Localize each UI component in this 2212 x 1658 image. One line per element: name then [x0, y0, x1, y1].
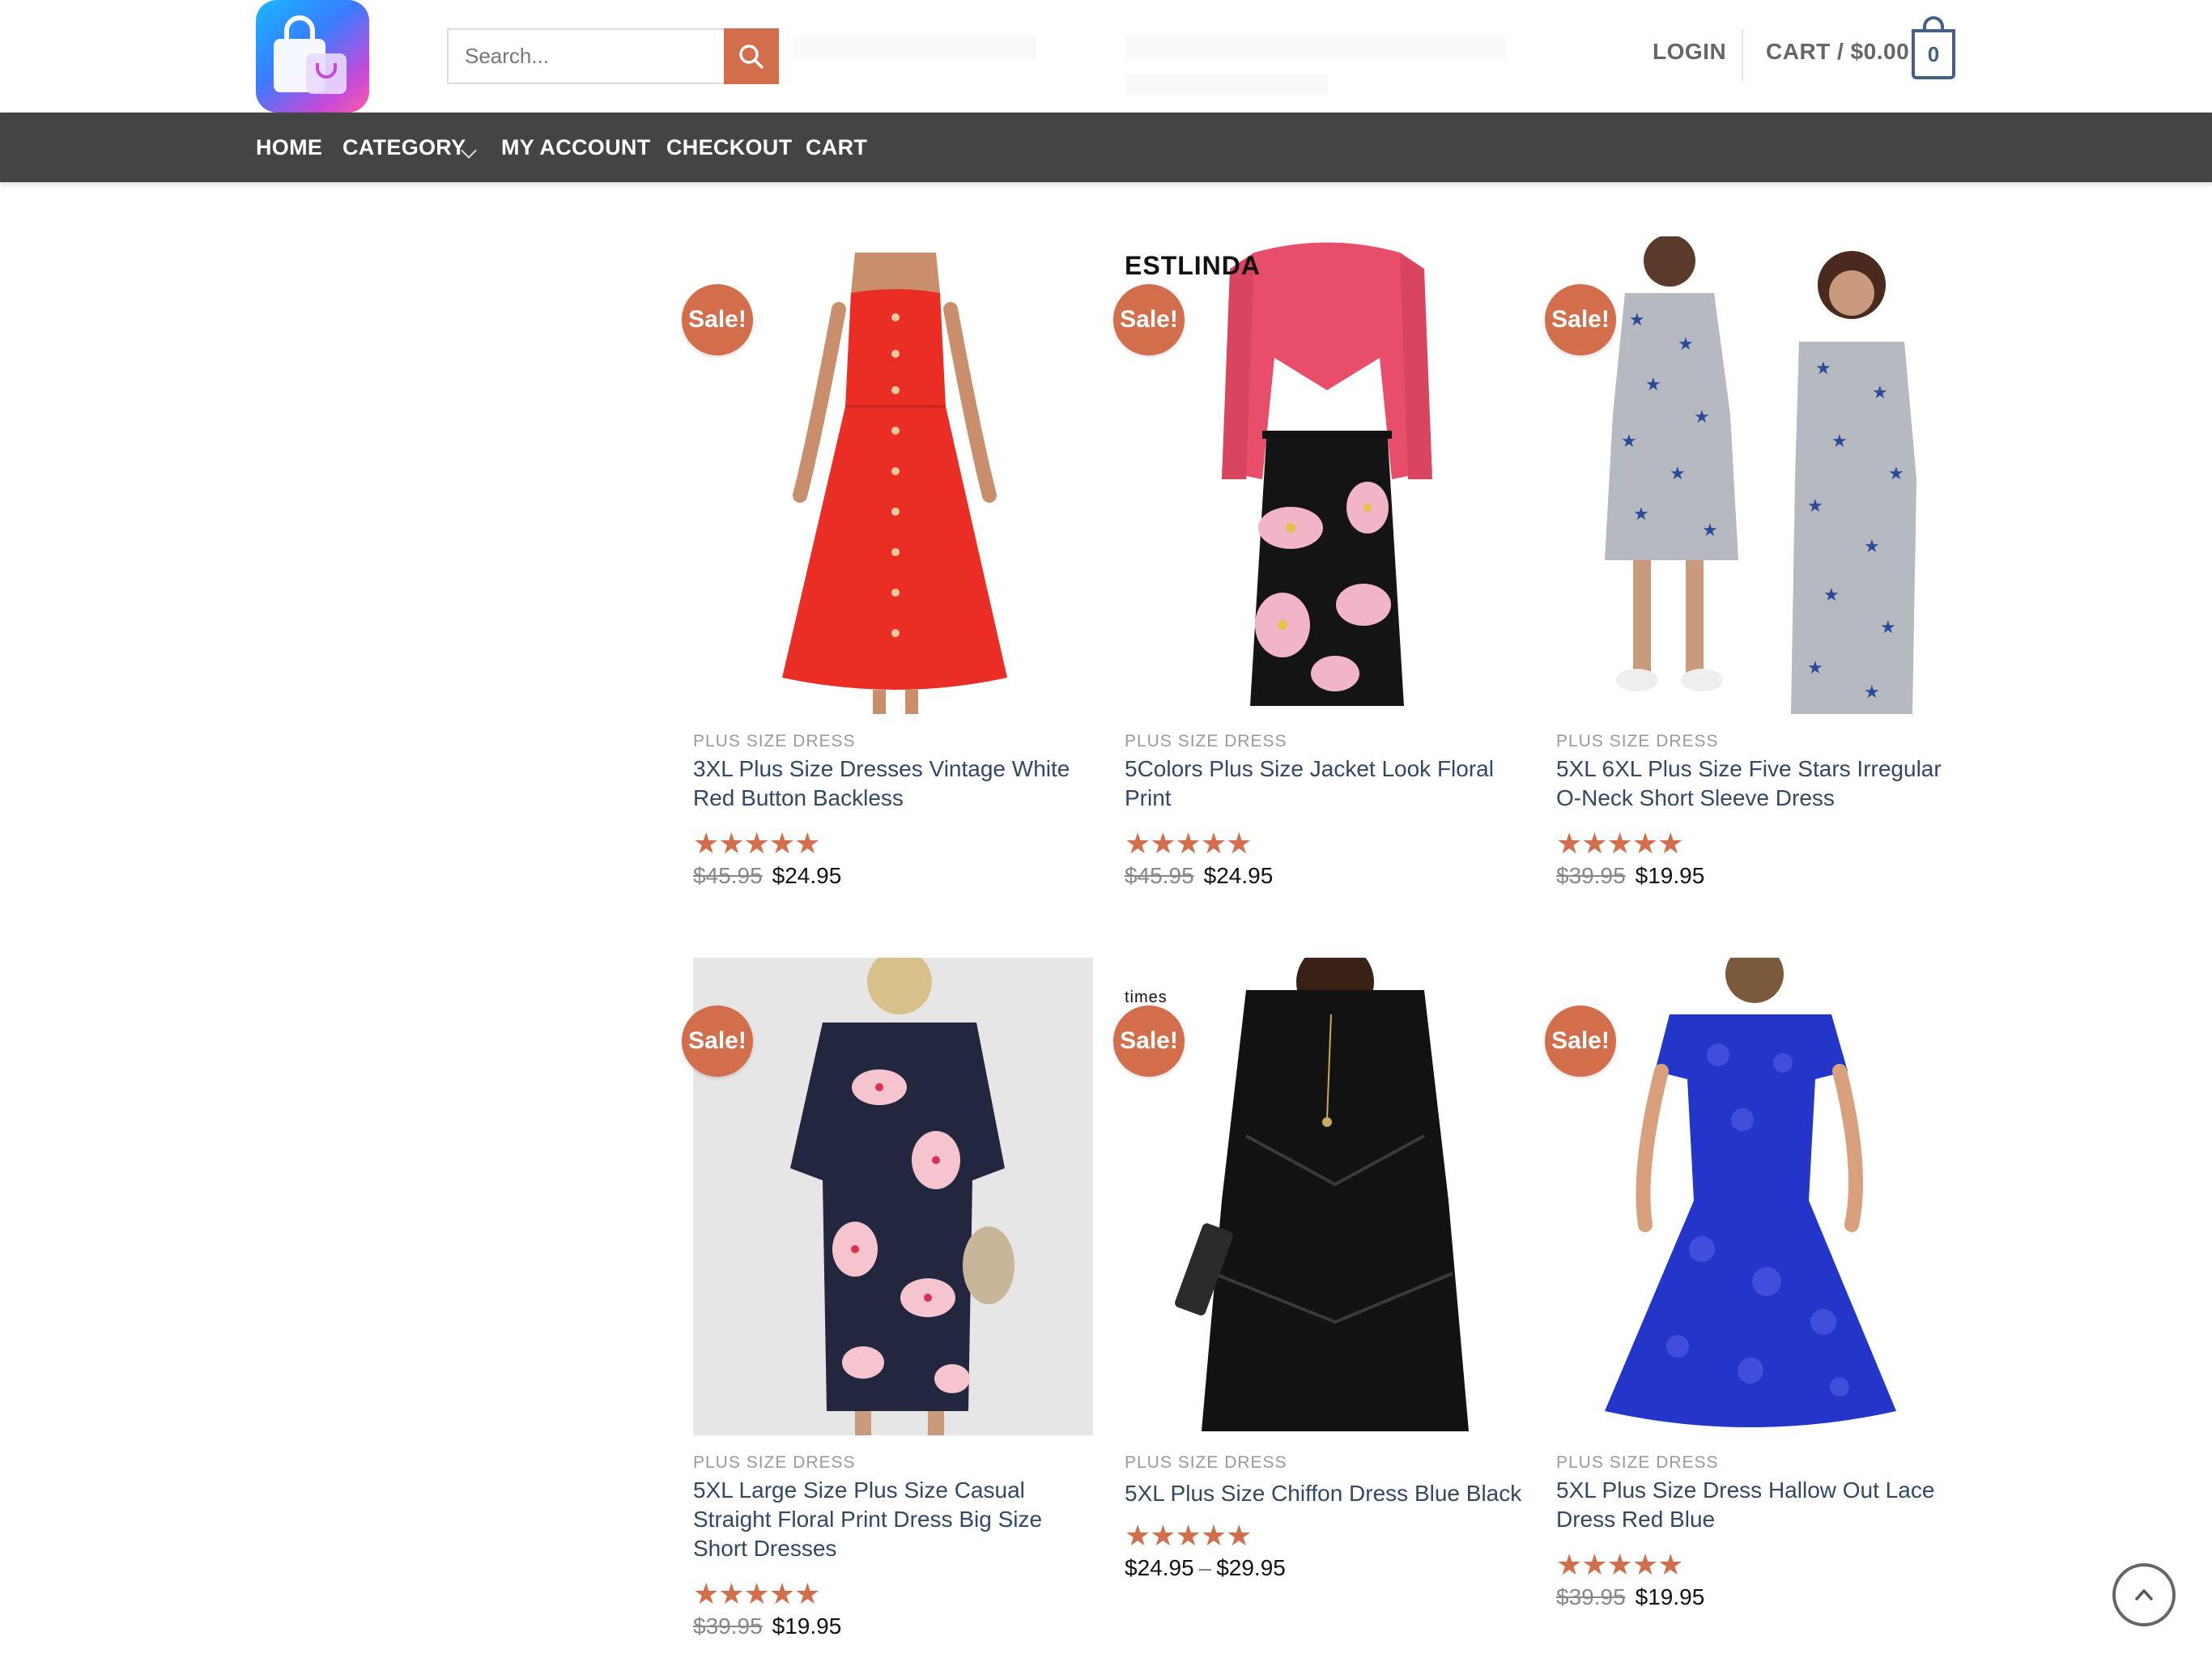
sale-price: $19.95 — [772, 1613, 842, 1639]
background-ghost-text — [1125, 36, 1506, 60]
price-separator: – — [1198, 1555, 1212, 1580]
product-price: $24.95– $29.95 — [1125, 1555, 1286, 1581]
sale-badge: Sale! — [682, 1005, 753, 1077]
svg-text:★: ★ — [1807, 658, 1823, 678]
search-icon — [739, 44, 764, 69]
image-brand-text: ESTLINDA — [1125, 251, 1261, 280]
product-image[interactable] — [1556, 958, 1956, 1435]
login-link[interactable]: LOGIN — [1653, 39, 1726, 65]
nav-checkout[interactable]: CHECKOUT — [666, 135, 792, 160]
product-card[interactable]: ESTLINDA Sale! PLUS SIZE DRESS 5Colors P… — [1113, 236, 1525, 900]
search-input[interactable] — [447, 28, 724, 84]
product-category[interactable]: PLUS SIZE DRESS — [1125, 1453, 1287, 1473]
shopping-bag-icon — [274, 15, 347, 94]
search-button[interactable] — [724, 28, 779, 84]
background-ghost-text — [1125, 74, 1328, 96]
product-category[interactable]: PLUS SIZE DRESS — [693, 732, 856, 751]
svg-text:★: ★ — [1880, 618, 1896, 638]
product-card[interactable]: Sale! PLUS SIZE DRESS 3XL Plus Size Dres… — [682, 236, 1093, 900]
chevron-up-icon — [2135, 1589, 2153, 1601]
svg-text:★: ★ — [1670, 464, 1686, 484]
product-card[interactable]: ★ ★ ★ ★ ★ ★ ★ ★ ★ ★ ★ ★ ★ ★ ★ ★ ★ ★ Sale! PLUS SIZE D… — [1545, 236, 1956, 900]
sale-badge: Sale! — [1113, 1005, 1185, 1077]
cart-count-badge[interactable]: 0 — [1912, 29, 1955, 79]
product-price: $45.95 $24.95 — [693, 863, 841, 889]
original-price: $45.95 — [1125, 863, 1194, 888]
main-nav: HOME CATEGORY MY ACCOUNT CHECKOUT CART — [0, 113, 2212, 182]
product-card[interactable]: Sale! PLUS SIZE DRESS 5XL Large Size Plu… — [682, 958, 1093, 1639]
product-price: $39.95 $19.95 — [693, 1613, 841, 1639]
product-price: $39.95 $19.95 — [1556, 1584, 1704, 1610]
product-card[interactable]: Sale! PLUS SIZE DRESS 5XL Plus Size Dres… — [1545, 958, 1956, 1613]
nav-cart[interactable]: CART — [806, 135, 867, 160]
product-image[interactable] — [693, 958, 1093, 1435]
star-rating: ★★★★★ — [1125, 827, 1252, 860]
product-category[interactable]: PLUS SIZE DRESS — [693, 1453, 856, 1473]
nav-home[interactable]: HOME — [256, 135, 322, 160]
product-category[interactable]: PLUS SIZE DRESS — [1125, 732, 1287, 751]
cart-link[interactable]: CART / $0.00 — [1766, 39, 1909, 65]
product-category[interactable]: PLUS SIZE DRESS — [1556, 1453, 1719, 1473]
svg-text:★: ★ — [1678, 334, 1694, 355]
svg-text:★: ★ — [1807, 496, 1823, 517]
star-rating: ★★★★★ — [1125, 1519, 1252, 1552]
back-to-top-button[interactable] — [2112, 1563, 2176, 1626]
nav-my-account[interactable]: MY ACCOUNT — [501, 135, 651, 160]
star-rating: ★★★★★ — [1556, 827, 1683, 860]
sale-badge: Sale! — [1545, 1005, 1616, 1077]
sale-badge: Sale! — [682, 284, 753, 355]
product-title[interactable]: 3XL Plus Size Dresses Vintage White Red … — [693, 755, 1093, 813]
product-title[interactable]: 5XL Large Size Plus Size Casual Straight… — [693, 1476, 1093, 1563]
price-min: $24.95 — [1125, 1555, 1194, 1580]
nav-category[interactable]: CATEGORY — [342, 135, 466, 160]
sale-badge: Sale! — [1113, 284, 1185, 355]
background-ghost-text — [793, 36, 1036, 60]
sale-badge: Sale! — [1545, 284, 1616, 355]
sale-price: $19.95 — [1635, 863, 1705, 888]
svg-text:★: ★ — [1864, 537, 1880, 557]
image-brand-text: times — [1125, 988, 1168, 1006]
sale-price: $19.95 — [1635, 1584, 1705, 1609]
svg-text:★: ★ — [1823, 585, 1840, 606]
svg-text:★: ★ — [1702, 521, 1718, 541]
svg-text:★: ★ — [1815, 359, 1831, 379]
svg-text:★: ★ — [1621, 432, 1637, 452]
product-image[interactable] — [1125, 958, 1525, 1435]
product-image[interactable] — [1125, 236, 1525, 714]
product-image[interactable] — [693, 236, 1093, 714]
original-price: $39.95 — [1556, 863, 1626, 888]
product-title[interactable]: 5XL Plus Size Chiffon Dress Blue Black — [1125, 1479, 1525, 1508]
product-price: $45.95 $24.95 — [1125, 863, 1273, 889]
svg-text:★: ★ — [1888, 464, 1904, 484]
star-rating: ★★★★★ — [693, 827, 820, 860]
svg-text:★: ★ — [1629, 310, 1645, 330]
sale-price: $24.95 — [1203, 863, 1274, 888]
product-title[interactable]: 5XL Plus Size Dress Hallow Out Lace Dres… — [1556, 1476, 1956, 1534]
original-price: $39.95 — [1556, 1584, 1626, 1609]
svg-text:★: ★ — [1831, 432, 1848, 452]
original-price: $45.95 — [693, 863, 763, 888]
product-title[interactable]: 5XL 6XL Plus Size Five Stars Irregular O… — [1556, 755, 1956, 813]
site-header: LOGIN CART / $0.00 0 — [0, 0, 2212, 113]
price-max: $29.95 — [1216, 1555, 1286, 1580]
product-card[interactable]: times Sale! PLUS SIZE DRESS 5XL Plus Siz… — [1113, 958, 1525, 1589]
logo[interactable] — [256, 0, 369, 113]
search-form — [447, 28, 779, 84]
svg-text:★: ★ — [1633, 504, 1649, 525]
star-rating: ★★★★★ — [1556, 1548, 1683, 1581]
star-rating: ★★★★★ — [693, 1577, 820, 1610]
product-image[interactable]: ★ ★ ★ ★ ★ ★ ★ ★ ★ ★ ★ ★ ★ ★ ★ ★ ★ ★ — [1556, 236, 1956, 714]
svg-text:★: ★ — [1645, 375, 1661, 395]
product-category[interactable]: PLUS SIZE DRESS — [1556, 732, 1719, 751]
product-price: $39.95 $19.95 — [1556, 863, 1704, 889]
sale-price: $24.95 — [772, 863, 842, 888]
header-divider — [1742, 29, 1743, 81]
svg-text:★: ★ — [1872, 383, 1888, 403]
original-price: $39.95 — [693, 1613, 763, 1639]
product-title[interactable]: 5Colors Plus Size Jacket Look Floral Pri… — [1125, 755, 1525, 813]
svg-text:★: ★ — [1864, 682, 1880, 703]
svg-text:★: ★ — [1694, 407, 1710, 427]
